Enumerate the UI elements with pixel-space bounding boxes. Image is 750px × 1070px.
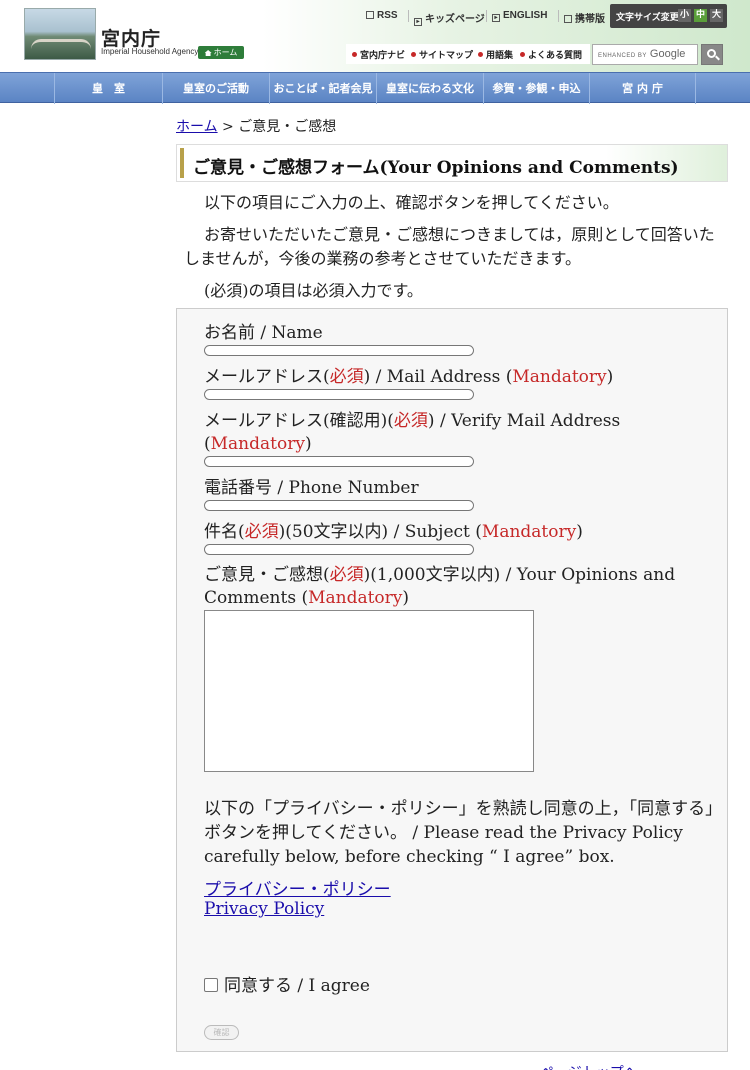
name-label: お名前 / Name [204, 323, 323, 343]
comments-textarea[interactable] [204, 610, 534, 772]
home-badge-label: ホーム [213, 48, 238, 57]
search-provider: Google [649, 48, 686, 60]
page-title-box: ご意見・ご感想フォーム(Your Opinions and Comments) [176, 144, 728, 182]
email-verify-label-part: ) [304, 434, 312, 454]
play-icon: ▸ [492, 14, 500, 22]
subject-input[interactable] [204, 544, 474, 555]
mobile-icon [564, 15, 572, 23]
breadcrumb-separator: > [217, 119, 239, 135]
nav-visits[interactable]: 参賀・参観・申込 [483, 73, 589, 104]
search-input[interactable]: ENHANCED BY Google [592, 44, 698, 65]
rss-link-label: RSS [377, 10, 398, 21]
play-icon: ▸ [414, 18, 422, 26]
divider [486, 10, 487, 22]
email-verify-label-part: メールアドレス(確認用)( [204, 411, 394, 431]
english-link-label: ENGLISH [503, 10, 548, 21]
english-link[interactable]: ▸ ENGLISH [492, 10, 547, 22]
breadcrumb-home-link[interactable]: ホーム [176, 119, 218, 135]
intro-instruction: 以下の項目にご入力の上、確認ボタンを押してください。 [204, 193, 619, 212]
required-mark: 必須 [329, 367, 364, 387]
privacy-policy-link-en[interactable]: Privacy Policy [204, 899, 324, 919]
faq-link[interactable]: よくある質問 [520, 48, 582, 61]
breadcrumb-current: ご意見・ご感想 [238, 119, 337, 135]
divider [558, 10, 559, 22]
rss-link[interactable]: RSS [366, 10, 398, 21]
comments-label: ご意見・ご感想(必須)(1,000文字以内) / Your Opinions a… [204, 564, 714, 610]
name-input[interactable] [204, 345, 474, 356]
breadcrumb: ホーム > ご意見・ご感想 [176, 116, 336, 136]
search-icon-handle [715, 55, 720, 61]
mobile-link[interactable]: 携帯版 [564, 10, 605, 25]
font-size-medium-button[interactable]: 中 [694, 9, 707, 22]
email-label: メールアドレス(必須) / Mail Address (Mandatory) [204, 366, 704, 389]
site-header: 宮内庁 Imperial Household Agency ホーム RSS ▸ キ… [0, 0, 750, 72]
comments-label-part: ご意見・ご感想( [204, 565, 330, 585]
navi-link[interactable]: 宮内庁ナビ [352, 48, 405, 61]
privacy-policy-link-ja[interactable]: プライバシー・ポリシー [204, 875, 391, 900]
bridge-graphic [31, 39, 91, 49]
subject-label-part: )(50文字以内) / Subject ( [278, 522, 482, 542]
agree-checkbox[interactable] [204, 978, 218, 992]
nav-culture[interactable]: 皇室に伝わる文化 [376, 73, 483, 104]
search-enhanced-by: ENHANCED BY [598, 53, 647, 59]
page-top-link[interactable]: ページトップへ [540, 1062, 638, 1070]
kids-page-link[interactable]: ▸ キッズページ [414, 10, 485, 26]
email-label-part: ) / Mail Address ( [363, 367, 513, 387]
email-input[interactable] [204, 389, 474, 400]
email-label-part: ) [606, 367, 614, 387]
kids-page-label: キッズページ [425, 14, 485, 25]
nav-statements[interactable]: おことば・記者会見 [269, 73, 376, 104]
font-size-large-button[interactable]: 大 [710, 9, 723, 22]
divider [408, 10, 409, 22]
nav-agency[interactable]: 宮 内 庁 [589, 73, 696, 104]
subject-label-part: 件名( [204, 522, 245, 542]
page-title: ご意見・ご感想フォーム(Your Opinions and Comments) [193, 158, 679, 178]
home-badge-button[interactable]: ホーム [198, 46, 244, 59]
mobile-link-label: 携帯版 [575, 14, 605, 25]
agree-row: 同意する / I agree [204, 971, 370, 996]
opinion-form: お名前 / Name メールアドレス(必須) / Mail Address (M… [176, 308, 728, 1052]
search-button[interactable] [701, 44, 723, 65]
site-subtitle: Imperial Household Agency [101, 47, 199, 56]
email-verify-input[interactable] [204, 456, 474, 467]
required-mark: 必須 [329, 565, 364, 585]
title-accent-bar [180, 148, 184, 178]
glossary-link[interactable]: 用語集 [478, 48, 513, 61]
required-mark: 必須 [393, 411, 428, 431]
mandatory-mark: Mandatory [308, 588, 403, 608]
nav-imperial-family[interactable]: 皇 室 [54, 73, 162, 104]
font-size-small-button[interactable]: 小 [678, 9, 691, 22]
required-mark: 必須 [244, 522, 279, 542]
privacy-instruction: 以下の「プライバシー・ポリシー」を熟読し同意の上，「同意する」ボタンを押してくだ… [204, 799, 714, 867]
mandatory-mark: Mandatory [512, 367, 607, 387]
email-label-part: メールアドレス( [204, 367, 330, 387]
nav-activities[interactable]: 皇室のご活動 [162, 73, 269, 104]
confirm-button[interactable]: 確認 [204, 1025, 239, 1040]
phone-label: 電話番号 / Phone Number [204, 478, 419, 498]
intro-notice: お寄せいただいたご意見・ご感想につきましては，原則として回答いたしませんが，今後… [184, 225, 715, 268]
font-size-label: 文字サイズ変更 [616, 12, 679, 22]
subject-label-part: ) [576, 522, 583, 542]
subject-label: 件名(必須)(50文字以内) / Subject (Mandatory) [204, 521, 704, 544]
phone-input[interactable] [204, 500, 474, 511]
main-nav: 皇 室 皇室のご活動 おことば・記者会見 皇室に伝わる文化 参賀・参観・申込 宮… [0, 72, 750, 104]
home-icon [204, 50, 212, 56]
mandatory-mark: Mandatory [210, 434, 305, 454]
rss-icon [366, 11, 374, 19]
mandatory-mark: Mandatory [481, 522, 577, 542]
sitemap-link[interactable]: サイトマップ [411, 48, 473, 61]
email-verify-label: メールアドレス(確認用)(必須) / Verify Mail Address (… [204, 410, 704, 456]
agree-label: 同意する / I agree [224, 976, 370, 996]
comments-label-part: ) [402, 588, 410, 608]
font-size-control: 文字サイズ変更 小 中 大 [610, 4, 727, 28]
logo-image[interactable] [24, 8, 96, 60]
intro-required-note: (必須)の項目は必須入力です。 [204, 281, 423, 300]
